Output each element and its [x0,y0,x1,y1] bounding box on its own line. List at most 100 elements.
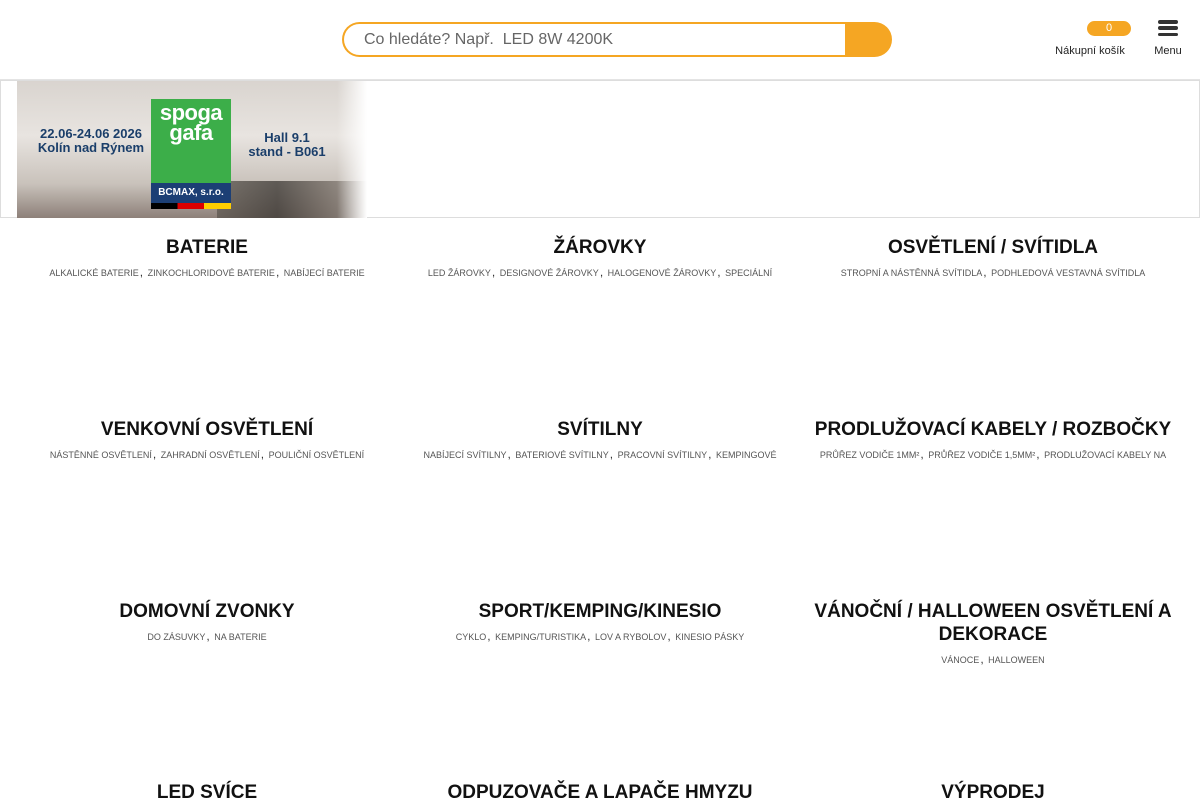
banner-stand-info: Hall 9.1 stand - B061 [237,131,337,159]
search-input[interactable] [342,22,845,57]
category-card: OSVĚTLENÍ / SVÍTIDLA STROPNÍ A NÁSTĚNNÁ S… [803,236,1183,281]
category-title[interactable]: LED SVÍCE [17,781,397,804]
subcategory-link[interactable]: KEMPING/TURISTIKA [495,632,586,642]
category-subcategories: ALKALICKÉ BATERIE, ZINKOCHLORIDOVÉ BATER… [17,263,397,281]
category-subcategories: NÁSTĚNNÉ OSVĚTLENÍ, ZAHRADNÍ OSVĚTLENÍ, … [17,445,397,463]
site-header: 0 Nákupní košík Menu [0,0,1200,80]
subcategory-link[interactable]: ALKALICKÉ BATERIE [49,268,138,278]
category-card: VENKOVNÍ OSVĚTLENÍ NÁSTĚNNÉ OSVĚTLENÍ, ZA… [17,418,397,463]
subcategory-link[interactable]: NABÍJECÍ BATERIE [284,268,365,278]
subcategory-link[interactable]: KINESIO PÁSKY [675,632,744,642]
banner-dates: 22.06-24.06 2026 Kolín nad Rýnem [21,127,161,155]
category-subcategories: DO ZÁSUVKY, NA BATERIE [17,627,397,645]
category-title[interactable]: DOMOVNÍ ZVONKY [17,600,397,623]
subcategory-separator: , [260,447,265,461]
category-subcategories: PRŮŘEZ VODIČE 1MM², PRŮŘEZ VODIČE 1,5MM²… [803,445,1183,463]
category-card: BATERIE ALKALICKÉ BATERIE, ZINKOCHLORIDOV… [17,236,397,281]
category-title[interactable]: OSVĚTLENÍ / SVÍTIDLA [803,236,1183,259]
subcategory-link[interactable]: SPECIÁLNÍ [725,268,772,278]
fair-logo-line2: gafa [169,120,213,145]
promo-banner[interactable]: 22.06-24.06 2026 Kolín nad Rýnem spoga g… [17,81,367,218]
banner-strip: 22.06-24.06 2026 Kolín nad Rýnem spoga g… [0,80,1200,218]
subcategory-link[interactable]: POULIČNÍ OSVĚTLENÍ [269,450,365,460]
subcategory-link[interactable]: PODHLEDOVÁ VESTAVNÁ SVÍTIDLA [991,268,1145,278]
company-name: BCMAX, s.r.o. [151,183,231,203]
hamburger-icon [1158,20,1178,37]
category-title[interactable]: VÝPRODEJ [803,781,1183,804]
category-card: ODPUZOVAČE A LAPAČE HMYZU [410,781,790,804]
subcategory-link[interactable]: PRODLUŽOVACÍ KABELY NA [1044,450,1166,460]
category-card: PRODLUŽOVACÍ KABELY / ROZBOČKY PRŮŘEZ VOD… [803,418,1183,463]
category-title[interactable]: PRODLUŽOVACÍ KABELY / ROZBOČKY [803,418,1183,441]
subcategory-link[interactable]: HALLOWEEN [988,655,1045,665]
category-title[interactable]: SVÍTILNY [410,418,790,441]
subcategory-link[interactable]: VÁNOCE [941,655,979,665]
category-subcategories: CYKLO, KEMPING/TURISTIKA, LOV A RYBOLOV,… [410,627,790,645]
subcategory-separator: , [667,629,671,643]
category-card: DOMOVNÍ ZVONKY DO ZÁSUVKY, NA BATERIE [17,600,397,645]
subcategory-link[interactable]: ZAHRADNÍ OSVĚTLENÍ [161,450,260,460]
category-card: VÁNOČNÍ / HALLOWEEN OSVĚTLENÍ A DEKORACE… [803,600,1183,668]
category-title[interactable]: ŽÁROVKY [410,236,790,259]
subcategory-separator: , [708,447,712,461]
category-title[interactable]: VENKOVNÍ OSVĚTLENÍ [17,418,397,441]
subcategory-link[interactable]: PRŮŘEZ VODIČE 1MM² [820,450,920,460]
subcategory-separator: , [152,447,157,461]
subcategory-link[interactable]: HALOGENOVÉ ŽÁROVKY [608,268,717,278]
category-card: VÝPRODEJ [803,781,1183,804]
cart-button[interactable]: 0 Nákupní košík [1050,18,1131,63]
category-card: SPORT/KEMPING/KINESIO CYKLO, KEMPING/TURI… [410,600,790,645]
subcategory-separator: , [206,629,210,643]
subcategory-link[interactable]: KEMPINGOVÉ [716,450,777,460]
category-title[interactable]: BATERIE [17,236,397,259]
german-flag-stripe [151,203,231,209]
subcategory-separator: , [980,652,984,666]
category-title[interactable]: VÁNOČNÍ / HALLOWEEN OSVĚTLENÍ A DEKORACE [803,600,1183,646]
subcategory-separator: , [491,265,496,279]
subcategory-separator: , [275,265,280,279]
category-subcategories: VÁNOCE, HALLOWEEN [803,650,1183,668]
subcategory-link[interactable]: CYKLO [456,632,487,642]
category-card: LED SVÍCE [17,781,397,804]
category-title[interactable]: ODPUZOVAČE A LAPAČE HMYZU [410,781,790,804]
subcategory-link[interactable]: DO ZÁSUVKY [147,632,205,642]
subcategory-link[interactable]: STROPNÍ A NÁSTĚNNÁ SVÍTIDLA [841,268,983,278]
category-subcategories: STROPNÍ A NÁSTĚNNÁ SVÍTIDLA, PODHLEDOVÁ … [803,263,1183,281]
subcategory-separator: , [717,265,721,279]
subcategory-link[interactable]: BATERIOVÉ SVÍTILNY [515,450,608,460]
category-subcategories: LED ŽÁROVKY, DESIGNOVÉ ŽÁROVKY, HALOGENO… [410,263,790,281]
cart-count-badge: 0 [1087,21,1131,36]
search-button[interactable] [845,22,892,57]
fair-logo: spoga gafa BCMAX, s.r.o. [151,99,231,209]
subcategory-separator: , [1036,447,1040,461]
subcategory-separator: , [983,265,987,279]
cart-label: Nákupní košík [1055,45,1125,57]
subcategory-link[interactable]: ZINKOCHLORIDOVÉ BATERIE [148,268,275,278]
subcategory-separator: , [507,447,511,461]
banner-stand: stand - B061 [248,144,326,159]
subcategory-link[interactable]: NÁSTĚNNÉ OSVĚTLENÍ [50,450,152,460]
category-card: ŽÁROVKY LED ŽÁROVKY, DESIGNOVÉ ŽÁROVKY, H… [410,236,790,281]
search-bar [342,22,892,57]
subcategory-link[interactable]: NABÍJECÍ SVÍTILNY [423,450,506,460]
subcategory-link[interactable]: LED ŽÁROVKY [428,268,491,278]
subcategory-separator: , [920,447,924,461]
subcategory-separator: , [609,447,614,461]
subcategory-link[interactable]: PRŮŘEZ VODIČE 1,5MM² [928,450,1035,460]
banner-dates-line2: Kolín nad Rýnem [37,140,145,155]
subcategory-link[interactable]: LOV A RYBOLOV [595,632,666,642]
subcategory-link[interactable]: PRACOVNÍ SVÍTILNY [618,450,708,460]
subcategory-link[interactable]: DESIGNOVÉ ŽÁROVKY [500,268,599,278]
banner-dates-line1: 22.06-24.06 2026 [40,126,142,141]
menu-button[interactable]: Menu [1148,18,1188,63]
subcategory-separator: , [487,629,491,643]
subcategory-link[interactable]: NA BATERIE [214,632,266,642]
category-title[interactable]: SPORT/KEMPING/KINESIO [410,600,790,623]
banner-fade [337,81,367,218]
menu-label: Menu [1154,45,1182,57]
category-card: SVÍTILNY NABÍJECÍ SVÍTILNY, BATERIOVÉ SVÍ… [410,418,790,463]
subcategory-separator: , [587,629,591,643]
subcategory-separator: , [139,265,144,279]
subcategory-separator: , [599,265,604,279]
category-subcategories: NABÍJECÍ SVÍTILNY, BATERIOVÉ SVÍTILNY, P… [410,445,790,463]
